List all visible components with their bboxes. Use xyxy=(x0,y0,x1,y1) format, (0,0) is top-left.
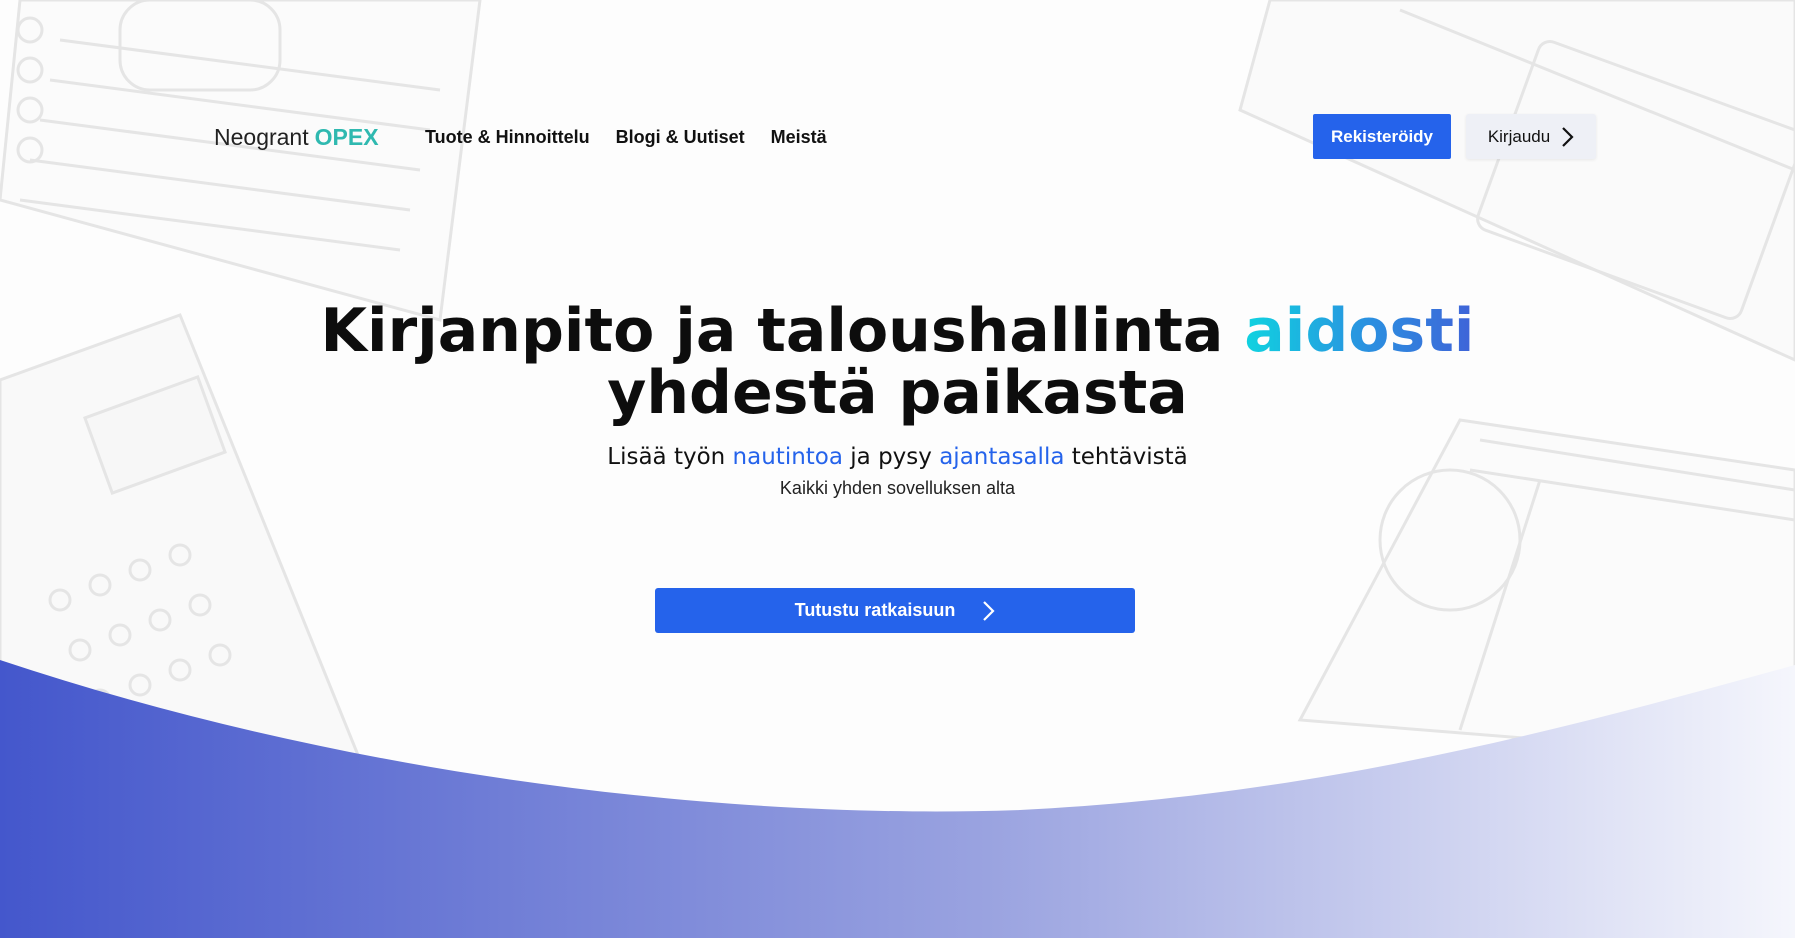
chevron-right-icon xyxy=(1562,126,1574,147)
hero-sub-highlight-1: nautintoa xyxy=(732,444,843,470)
nav-link-blog-news[interactable]: Blogi & Uutiset xyxy=(616,127,745,148)
hero-subtitle: Lisää työn nautintoa ja pysy ajantasalla… xyxy=(0,444,1795,470)
logo-accent: OPEX xyxy=(314,124,379,150)
hero-title-part1: Kirjanpito ja taloushallinta xyxy=(320,296,1224,366)
main-nav: Tuote & Hinnoittelu Blogi & Uutiset Meis… xyxy=(425,127,827,148)
login-label: Kirjaudu xyxy=(1487,126,1551,146)
login-button[interactable]: Kirjaudu xyxy=(1466,114,1596,159)
hero-title-part2: yhdestä paikasta xyxy=(607,358,1188,428)
hero-title: Kirjanpito ja taloushallinta aidosti yhd… xyxy=(0,300,1795,424)
logo-name: Neogrant xyxy=(214,124,309,150)
hero-tagline: Kaikki yhden sovelluksen alta xyxy=(779,478,1016,498)
hero-section: Kirjanpito ja taloushallinta aidosti yhd… xyxy=(0,300,1795,499)
site-header: Neogrant OPEX Tuote & Hinnoittelu Blogi &… xyxy=(0,0,1795,180)
chevron-right-icon xyxy=(983,600,995,621)
logo[interactable]: Neogrant OPEX xyxy=(214,124,379,151)
hero-sub-highlight-2: ajantasalla xyxy=(939,444,1065,470)
hero-title-highlight: aidosti xyxy=(1244,296,1475,366)
hero-sub-text-a: Lisää työn xyxy=(607,444,726,470)
nav-link-product-pricing[interactable]: Tuote & Hinnoittelu xyxy=(425,127,590,148)
hero-sub-text-c: tehtävistä xyxy=(1071,444,1188,470)
explore-solution-button[interactable]: Tutustu ratkaisuun xyxy=(655,588,1135,633)
cta-label: Tutustu ratkaisuun xyxy=(794,600,956,620)
hero-sub-text-b: ja pysy xyxy=(850,444,932,470)
register-button[interactable]: Rekisteröidy xyxy=(1313,114,1451,159)
nav-link-about[interactable]: Meistä xyxy=(771,127,827,148)
